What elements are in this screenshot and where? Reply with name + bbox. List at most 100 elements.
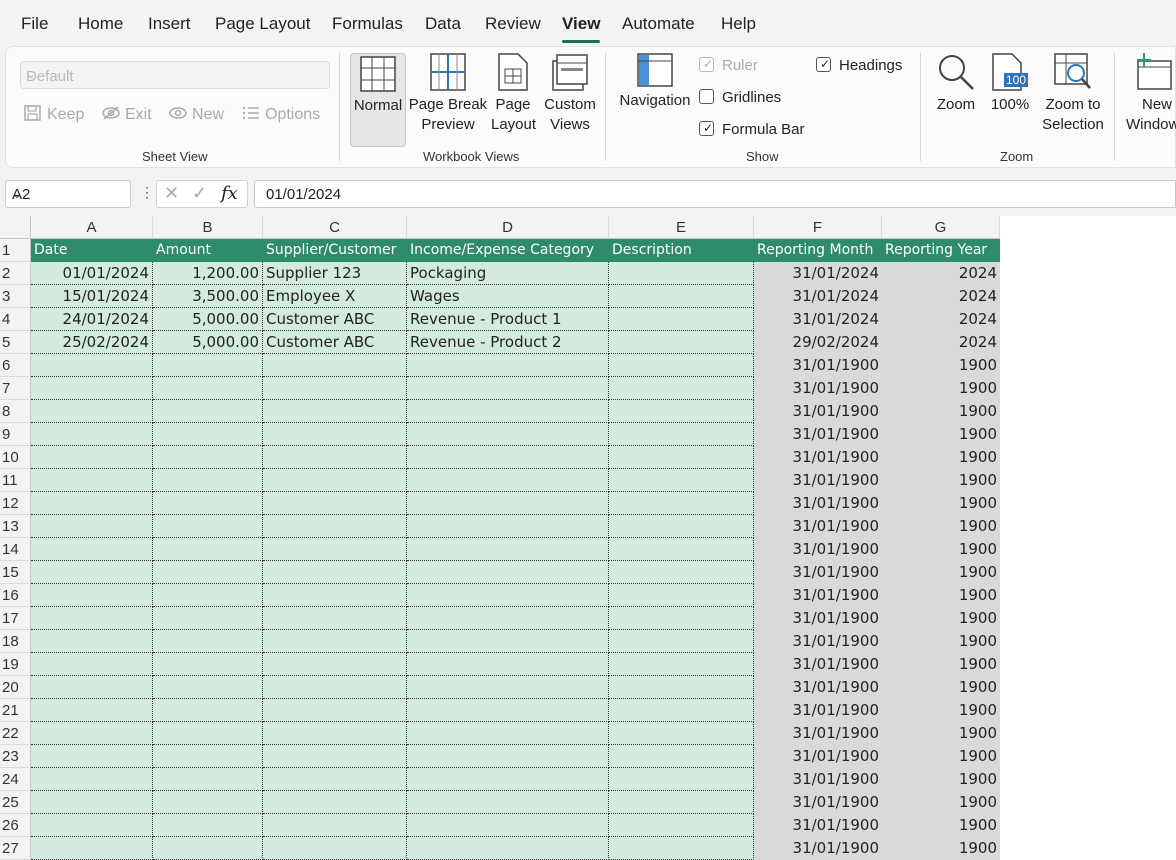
table-cell[interactable] [31,400,153,423]
table-cell[interactable] [153,446,263,469]
table-cell[interactable] [609,722,754,745]
keep-button[interactable]: Keep [24,105,84,124]
table-cell[interactable] [407,354,609,377]
table-cell[interactable] [407,722,609,745]
table-header-cell[interactable]: Amount [153,239,263,262]
new-window-button[interactable]: New Window [1124,53,1176,135]
table-cell[interactable]: 1900 [882,676,1000,699]
table-cell[interactable] [609,653,754,676]
table-cell[interactable] [263,515,407,538]
table-cell[interactable] [407,630,609,653]
tab-review[interactable]: Review [485,14,541,34]
row-header[interactable]: 17 [0,607,31,630]
new-sheet-view-button[interactable]: New [169,105,224,124]
table-cell[interactable]: 31/01/1900 [754,699,882,722]
row-header[interactable]: 1 [0,239,31,262]
table-cell[interactable] [407,607,609,630]
table-cell[interactable] [609,377,754,400]
table-cell[interactable]: 1900 [882,561,1000,584]
select-all-corner[interactable] [0,216,31,239]
row-header[interactable]: 18 [0,630,31,653]
table-cell[interactable]: 1900 [882,745,1000,768]
table-cell[interactable] [263,676,407,699]
formula-bar-checkbox[interactable]: ✓ Formula Bar [699,121,805,138]
table-cell[interactable] [609,630,754,653]
table-cell[interactable]: 2024 [882,285,1000,308]
row-header[interactable]: 16 [0,584,31,607]
confirm-icon[interactable]: ✓ [192,183,207,204]
column-header-a[interactable]: A [31,216,153,239]
insert-function-icon[interactable]: fx [221,183,238,204]
table-cell[interactable] [263,791,407,814]
table-cell[interactable] [609,423,754,446]
table-cell[interactable]: 1900 [882,423,1000,446]
table-cell[interactable] [263,492,407,515]
table-header-cell[interactable]: Reporting Year [882,239,1000,262]
table-cell[interactable] [263,400,407,423]
navigation-button[interactable]: Navigation [616,53,694,111]
table-cell[interactable] [31,607,153,630]
table-cell[interactable]: 1900 [882,354,1000,377]
table-cell[interactable]: 1900 [882,492,1000,515]
table-cell[interactable]: 31/01/1900 [754,446,882,469]
row-header[interactable]: 12 [0,492,31,515]
table-cell[interactable] [263,768,407,791]
table-cell[interactable] [263,446,407,469]
table-cell[interactable]: 31/01/1900 [754,676,882,699]
table-cell[interactable] [609,561,754,584]
row-header[interactable]: 20 [0,676,31,699]
row-header[interactable]: 15 [0,561,31,584]
options-button[interactable]: Options [242,105,320,124]
table-cell[interactable]: Pockaging [407,262,609,285]
table-cell[interactable] [31,515,153,538]
tab-formulas[interactable]: Formulas [332,14,403,34]
table-cell[interactable] [31,722,153,745]
row-header[interactable]: 11 [0,469,31,492]
table-header-cell[interactable]: Reporting Month [754,239,882,262]
table-cell[interactable] [407,584,609,607]
table-cell[interactable] [407,400,609,423]
table-cell[interactable]: 29/02/2024 [754,331,882,354]
table-cell[interactable] [153,630,263,653]
table-cell[interactable]: 25/02/2024 [31,331,153,354]
table-cell[interactable] [153,607,263,630]
table-cell[interactable]: Revenue - Product 1 [407,308,609,331]
table-cell[interactable] [407,469,609,492]
tab-view[interactable]: View [562,14,600,34]
table-cell[interactable] [263,722,407,745]
table-cell[interactable] [153,676,263,699]
table-cell[interactable]: 3,500.00 [153,285,263,308]
table-cell[interactable]: 31/01/1900 [754,768,882,791]
table-cell[interactable] [263,745,407,768]
table-cell[interactable] [407,837,609,860]
table-cell[interactable]: 1900 [882,814,1000,837]
table-cell[interactable]: 1900 [882,699,1000,722]
table-cell[interactable]: 01/01/2024 [31,262,153,285]
table-cell[interactable]: Revenue - Product 2 [407,331,609,354]
custom-views-button[interactable]: Custom Views [540,53,600,135]
table-cell[interactable] [609,791,754,814]
table-cell[interactable] [609,745,754,768]
table-cell[interactable]: Employee X [263,285,407,308]
table-cell[interactable] [31,354,153,377]
row-header[interactable]: 7 [0,377,31,400]
table-cell[interactable] [31,584,153,607]
exit-button[interactable]: Exit [102,105,152,124]
table-cell[interactable]: 1900 [882,653,1000,676]
table-cell[interactable] [609,584,754,607]
table-cell[interactable]: 31/01/2024 [754,262,882,285]
table-cell[interactable] [153,469,263,492]
table-cell[interactable] [263,423,407,446]
table-cell[interactable] [153,423,263,446]
column-header-g[interactable]: G [882,216,1000,239]
table-cell[interactable]: 31/01/1900 [754,653,882,676]
tab-page-layout[interactable]: Page Layout [215,14,310,34]
table-cell[interactable]: 1900 [882,377,1000,400]
row-header[interactable]: 27 [0,837,31,860]
table-cell[interactable] [31,538,153,561]
table-header-cell[interactable]: Description [609,239,754,262]
table-cell[interactable] [31,676,153,699]
table-cell[interactable]: 31/01/1900 [754,745,882,768]
table-cell[interactable] [263,561,407,584]
formula-input[interactable]: 01/01/2024 [254,180,1176,208]
